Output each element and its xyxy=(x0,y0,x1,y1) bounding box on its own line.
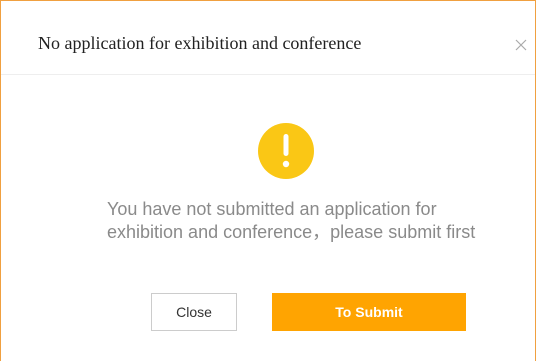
close-icon[interactable] xyxy=(513,37,529,53)
dialog-header: No application for exhibition and confer… xyxy=(1,1,535,75)
no-application-dialog: No application for exhibition and confer… xyxy=(0,0,536,361)
close-button[interactable]: Close xyxy=(151,293,237,331)
dialog-title: No application for exhibition and confer… xyxy=(38,33,362,53)
dialog-message: You have not submitted an application fo… xyxy=(107,199,476,242)
submit-button[interactable]: To Submit xyxy=(272,293,466,331)
exclamation-icon xyxy=(258,123,314,179)
